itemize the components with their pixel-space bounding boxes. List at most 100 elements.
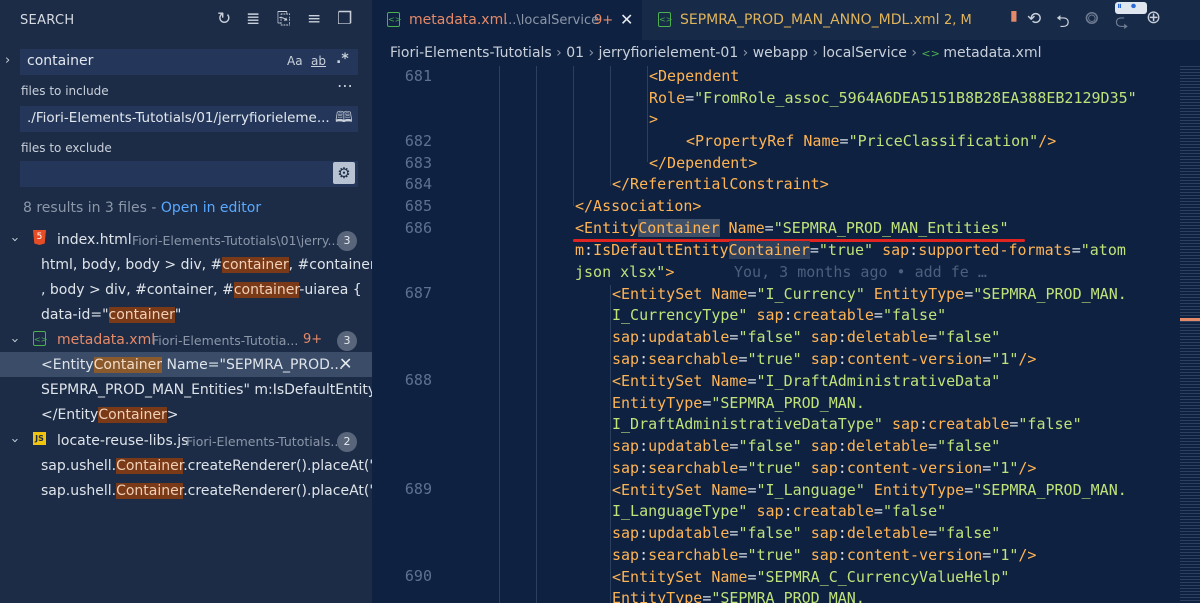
code-line: </ReferentialConstraint>	[612, 175, 829, 193]
chevron-right-icon: ›	[551, 45, 567, 61]
result-file-name[interactable]: locate-reuse-libs.js	[57, 433, 188, 449]
toggle-changes-icon[interactable]: ⭗	[1085, 9, 1098, 29]
indent-guide	[610, 66, 611, 186]
line-number: 689	[404, 480, 432, 498]
breadcrumb-item[interactable]: Fiori-Elements-Tutotials	[390, 45, 552, 61]
refresh-icon[interactable]: ↻	[217, 9, 231, 29]
xml-file-icon: <>	[658, 12, 672, 27]
code-line: >	[649, 110, 659, 128]
code-line: sap:searchable="true" sap:content-versio…	[612, 546, 1037, 564]
collapse-all-icon[interactable]: ❐	[337, 9, 352, 29]
tab-problems-badge: 9+	[594, 13, 614, 28]
result-match-line[interactable]: , body > div, #container, #container-uia…	[41, 282, 362, 298]
match-text: .createRenderer().placeAt("c...	[183, 483, 397, 499]
match-text: .createRenderer().placeAt("c...	[183, 458, 397, 474]
go-back-icon[interactable]: ⮌	[1056, 9, 1070, 38]
minimap[interactable]	[1180, 66, 1200, 603]
indent-guide	[536, 66, 537, 603]
problems-badge: 9+	[303, 332, 323, 347]
match-text: >	[166, 407, 179, 423]
xml-file-icon: <>	[33, 331, 47, 346]
view-as-tree-icon[interactable]: ≡	[307, 9, 321, 29]
line-number: 688	[404, 371, 432, 389]
scrollbar-match-marker	[1180, 318, 1200, 321]
code-line: json xlsx">	[575, 263, 675, 281]
pause-icon[interactable]: ⏸	[1117, 1, 1122, 12]
code-line: <PropertyRef Name="PriceClassification"/…	[686, 132, 1057, 150]
match-text: html, body, body > div, #	[41, 257, 223, 273]
results-summary: 8 results in 3 files - Open in editor	[23, 200, 261, 216]
dismiss-match-icon[interactable]: ✕	[339, 354, 352, 373]
code-line: I_CurrencyType" sap:creatable="false"	[612, 306, 947, 324]
chevron-right-icon: ›	[584, 45, 599, 61]
chevron-down-icon[interactable]: ›	[7, 338, 22, 343]
match-highlight: Container	[116, 483, 184, 499]
match-text: , body > div, #container, #	[41, 282, 234, 298]
match-highlight: container	[108, 307, 175, 323]
html-file-icon: 5	[33, 230, 46, 245]
open-editors-only-icon[interactable]: 🕮	[335, 107, 353, 132]
match-whole-word-toggle[interactable]: ab	[311, 54, 326, 68]
result-match-line[interactable]: sap.ushell.Container.createRenderer().pl…	[41, 483, 397, 499]
files-to-include-label: files to include	[21, 84, 109, 98]
sidebar-title: SEARCH	[20, 13, 75, 28]
result-match-line[interactable]: SEPMRA_PROD_MAN_Entities" m:IsDefaultEnt…	[41, 382, 388, 398]
code-line: I_DraftAdministrativeDataType" sap:creat…	[612, 415, 1082, 433]
code-line-entity-container: <EntityContainer Name="SEPMRA_PROD_MAN_E…	[575, 219, 1009, 237]
result-file-path: Fiori-Elements-Tutotials\01\jerry...	[132, 233, 340, 248]
match-count-badge: 3	[337, 231, 357, 251]
breadcrumb-item[interactable]: localService	[823, 45, 907, 61]
code-line: </Dependent>	[649, 154, 758, 172]
line-number: 682	[404, 132, 432, 150]
line-number: 687	[404, 284, 432, 302]
toggle-replace-icon[interactable]: ›	[5, 53, 10, 68]
result-match-line[interactable]: </EntityContainer>	[41, 407, 178, 423]
compare-changes-icon[interactable]: ⊕	[1146, 7, 1161, 28]
breadcrumb-item[interactable]: metadata.xml	[943, 45, 1041, 61]
chevron-right-icon: ›	[906, 45, 922, 61]
code-line: <EntitySet Name="I_DraftAdministrativeDa…	[612, 372, 1001, 390]
code-line: <EntitySet Name="I_Currency" EntityType=…	[612, 285, 1127, 303]
overflow-tab-icon[interactable]: ▮	[1010, 8, 1018, 24]
use-regex-toggle[interactable]: .*	[336, 51, 349, 67]
result-match-line[interactable]: html, body, body > div, #container, #con…	[41, 257, 402, 273]
tab-title: metadata.xml	[409, 12, 508, 28]
settings-gear-icon[interactable]: ⚙	[333, 162, 355, 184]
new-search-editor-icon[interactable]: ⎘	[277, 9, 291, 29]
files-to-exclude-input[interactable]	[20, 161, 358, 187]
breadcrumb-item[interactable]: webapp	[753, 45, 808, 61]
code-line: m:IsDefaultEntityContainer="true" sap:su…	[575, 241, 1126, 259]
match-highlight: Container	[98, 407, 167, 423]
breadcrumb-item[interactable]: 01	[566, 45, 584, 61]
match-case-toggle[interactable]: Aa	[287, 54, 303, 68]
indent-guide	[610, 285, 611, 603]
code-line: </Association>	[575, 197, 702, 215]
chevron-right-icon: ›	[738, 45, 753, 61]
stop-icon[interactable]: ⏺	[1131, 1, 1136, 12]
result-file-name[interactable]: metadata.xml	[57, 332, 155, 348]
breadcrumb: Fiori-Elements-Tutotials › 01 › jerryfio…	[390, 45, 1041, 61]
result-match-line[interactable]: data-id="container"	[41, 307, 181, 323]
code-line: sap:updatable="false" sap:deletable="fal…	[612, 524, 1001, 542]
line-number: 684	[404, 175, 432, 193]
chevron-right-icon: ›	[808, 45, 823, 61]
more-options-icon[interactable]: ⋯	[337, 76, 353, 95]
close-tab-icon[interactable]: ✕	[620, 10, 633, 29]
tab-title[interactable]: SEPMRA_PROD_MAN_ANNO_MDL.xml	[680, 12, 940, 28]
code-line: I_LanguageType" sap:creatable="false"	[612, 502, 947, 520]
result-file-name[interactable]: index.html	[57, 232, 132, 248]
clear-results-icon[interactable]: ≣	[246, 9, 260, 29]
open-in-editor-link[interactable]: Open in editor	[161, 200, 261, 216]
open-timeline-icon[interactable]: ⟲	[1027, 9, 1041, 29]
match-highlight: Container	[116, 458, 184, 474]
chevron-down-icon[interactable]: ›	[7, 438, 22, 443]
result-match-line[interactable]: sap.ushell.Container.createRenderer().pl…	[41, 458, 397, 474]
files-to-exclude-label: files to exclude	[21, 141, 112, 155]
code-line: <Dependent	[649, 67, 740, 85]
chevron-down-icon[interactable]: ›	[7, 237, 22, 242]
indent-guide	[647, 66, 648, 162]
match-text: <Entity	[41, 357, 94, 373]
breadcrumb-item[interactable]: jerryfiorielement-01	[599, 45, 739, 61]
result-match-line[interactable]: <EntityContainer Name="SEPMRA_PROD...	[41, 357, 343, 373]
code-line: EntityType="SEPMRA_PROD_MAN.	[612, 394, 865, 412]
